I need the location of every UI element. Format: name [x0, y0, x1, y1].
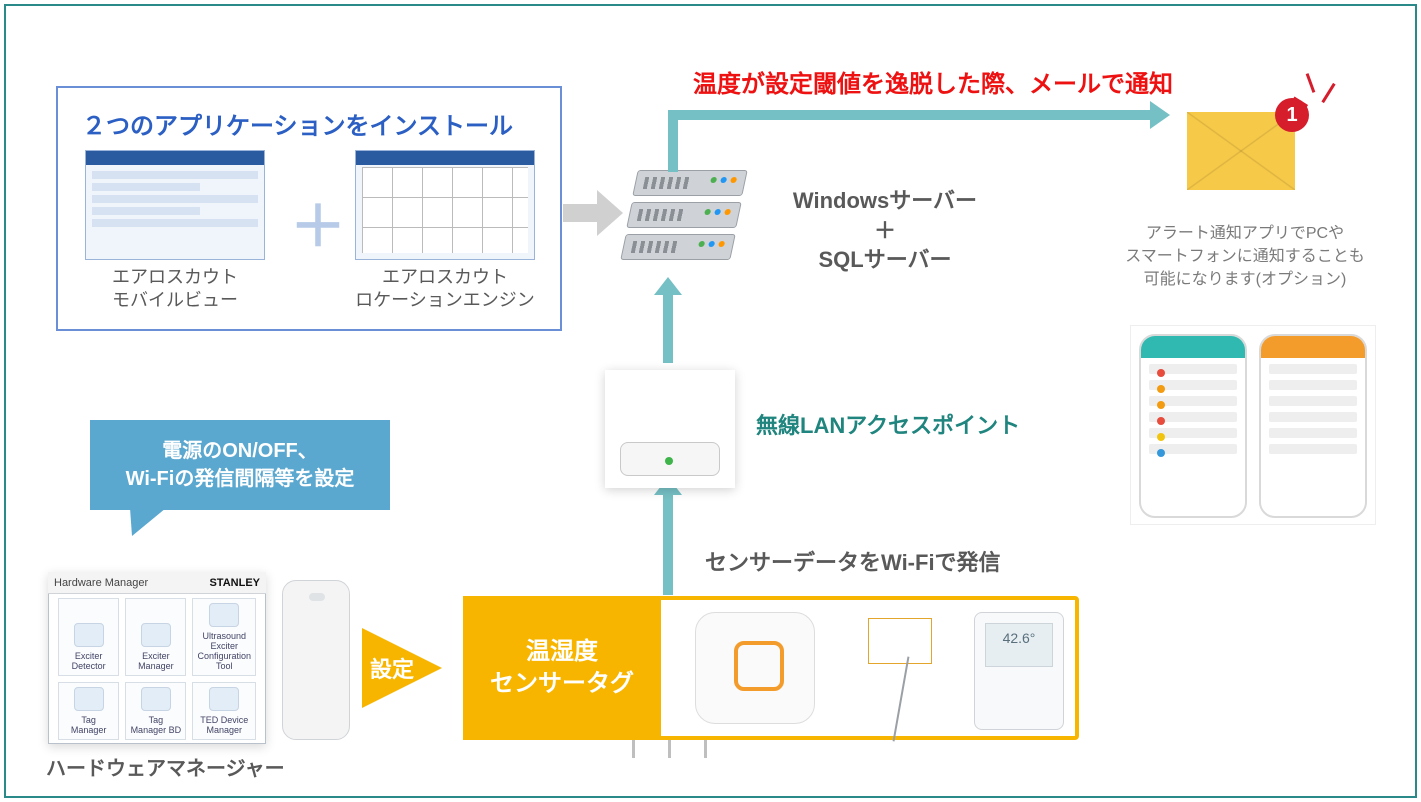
hw-tool-cell: Tag Manager BD [125, 682, 186, 740]
app-locationengine-caption: エアロスカウトロケーションエンジン [345, 266, 545, 313]
arrow-server-to-mail-icon [668, 110, 1150, 120]
app-locationengine-thumb [355, 150, 535, 260]
arrow-apps-to-server-icon [563, 190, 623, 236]
sensor-tag-device-3-icon: 42.6° [974, 612, 1064, 730]
smartphone-notification-mock [1130, 325, 1376, 525]
hardware-manager-grid: Exciter Detector Exciter Manager Ultraso… [58, 598, 256, 738]
mail-alert-sparks-icon [1297, 74, 1347, 124]
app-mobileview-thumb [85, 150, 265, 260]
hardware-manager-titlebar-text: Hardware Manager [54, 577, 148, 589]
phone-left-icon [1139, 334, 1247, 518]
access-point-label: 無線LANアクセスポイント [756, 408, 1020, 440]
hw-tool-cell: Tag Manager [58, 682, 119, 740]
server-icon [623, 170, 743, 270]
phone-right-icon [1259, 334, 1367, 518]
hw-tool-cell: Ultrasound Exciter Configuration Tool [192, 598, 256, 676]
sensor-lcd-value: 42.6° [985, 623, 1053, 667]
hardware-manager-brand: STANLEY [209, 577, 260, 589]
app-locationengine: エアロスカウトロケーションエンジン [345, 150, 545, 313]
arrow-hw-to-tag-label: 設定 [370, 652, 414, 684]
arrow-ap-to-server-icon [663, 295, 673, 363]
sensor-tag-label: 温湿度センサータグ [463, 596, 661, 740]
app-mobileview: エアロスカウトモバイルビュー [80, 150, 270, 313]
access-point-icon [605, 370, 735, 488]
hardware-manager-caption: ハードウェアマネージャー [46, 752, 285, 781]
config-note-bubble: 電源のON/OFF、Wi-Fiの発信間隔等を設定 [90, 420, 390, 510]
hw-tool-cell: TED Device Manager [192, 682, 256, 740]
apps-install-title: ２つのアプリケーションをインストール [82, 106, 513, 141]
plus-icon: ＋ [290, 182, 346, 263]
hw-tool-cell: Exciter Detector [58, 598, 119, 676]
wifi-transmit-caption: センサーデータをWi-Fiで発信 [705, 545, 1001, 577]
sensor-tag-device-1-icon [695, 612, 815, 724]
hardware-manager-titlebar: Hardware Manager STANLEY [48, 572, 266, 594]
alert-headline: 温度が設定閾値を逸脱した際、メールで通知 [693, 64, 1173, 99]
app-mobileview-caption: エアロスカウトモバイルビュー [80, 266, 270, 313]
arrow-tag-to-ap-icon [663, 495, 673, 595]
hw-tool-cell: Exciter Manager [125, 598, 186, 676]
hardware-manager-usb-device-icon [282, 580, 350, 740]
sensor-tag-device-2-icon [846, 612, 956, 724]
mail-option-caption: アラート通知アプリでPCやスマートフォンに通知することも可能になります(オプショ… [1100, 222, 1390, 292]
server-label: Windowsサーバー＋SQLサーバー [770, 186, 1000, 275]
